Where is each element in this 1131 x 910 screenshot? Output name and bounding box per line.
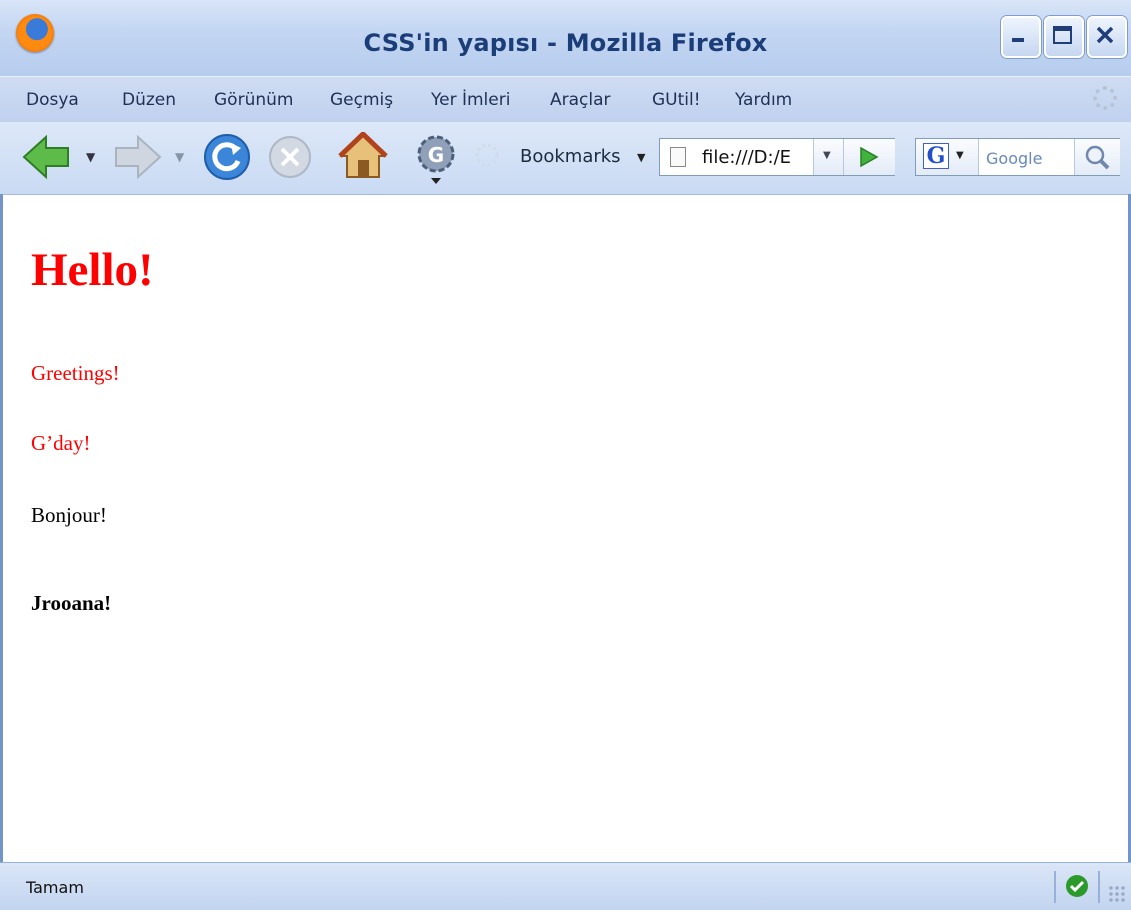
- spinner-icon: [475, 143, 499, 167]
- paragraph-jrooana: Jrooana!: [31, 591, 112, 615]
- title-bar: CSS'in yapısı - Mozilla Firefox: [0, 0, 1131, 76]
- status-bar: Tamam: [0, 862, 1131, 910]
- go-button[interactable]: [843, 139, 895, 175]
- ok-check-icon[interactable]: [1066, 875, 1088, 897]
- paragraph-greetings: Greetings!: [31, 361, 120, 385]
- paragraph-bonjour: Bonjour!: [31, 503, 107, 527]
- throbber-icon: [1093, 86, 1117, 110]
- menu-gutil[interactable]: GUtil!: [652, 90, 701, 110]
- url-history-dropdown[interactable]: [813, 139, 844, 175]
- bookmarks-dropdown-icon[interactable]: ▼: [637, 151, 645, 164]
- paragraph-gday: G’day!: [31, 431, 91, 455]
- bookmarks-button[interactable]: Bookmarks: [520, 146, 621, 167]
- status-text: Tamam: [26, 878, 84, 897]
- search-icon: [1085, 145, 1110, 170]
- stop-icon[interactable]: [268, 135, 312, 179]
- menu-yer-imleri[interactable]: Yer İmleri: [431, 90, 510, 110]
- menu-dosya[interactable]: Dosya: [26, 90, 79, 110]
- menu-gorunum[interactable]: Görünüm: [214, 90, 293, 110]
- menu-gecmis[interactable]: Geçmiş: [330, 90, 393, 110]
- maximize-button[interactable]: [1044, 16, 1084, 58]
- menu-yardim[interactable]: Yardım: [735, 90, 792, 110]
- back-icon[interactable]: [22, 134, 72, 180]
- back-history-dropdown[interactable]: ▼: [86, 150, 95, 164]
- search-engine-selector[interactable]: G ▼: [916, 139, 979, 175]
- search-bar[interactable]: G ▼ Google: [915, 138, 1120, 176]
- minimize-button[interactable]: [1001, 16, 1041, 58]
- navigation-toolbar: ▼ ▼ G Bookmarks ▼ file:///D:/E G ▼: [0, 122, 1131, 195]
- minimize-icon: [1012, 38, 1024, 42]
- menu-bar: Dosya Düzen Görünüm Geçmiş Yer İmleri Ar…: [0, 76, 1131, 123]
- google-icon: G: [923, 143, 949, 169]
- menu-araclar[interactable]: Araçlar: [550, 90, 611, 110]
- close-icon: [1096, 26, 1114, 44]
- resize-grip-icon[interactable]: [1108, 885, 1126, 903]
- go-icon: [860, 146, 879, 168]
- url-bar[interactable]: file:///D:/E: [659, 138, 895, 176]
- forward-icon[interactable]: [112, 134, 162, 180]
- page-content: Hello! Greetings! G’day! Bonjour! Jrooan…: [3, 195, 1128, 862]
- search-button[interactable]: [1074, 139, 1120, 175]
- maximize-icon: [1053, 26, 1072, 44]
- menu-duzen[interactable]: Düzen: [122, 90, 176, 110]
- page-icon: [670, 147, 686, 167]
- window-title: CSS'in yapısı - Mozilla Firefox: [363, 29, 768, 57]
- page-heading: Hello!: [31, 244, 154, 296]
- url-input[interactable]: file:///D:/E: [702, 147, 810, 168]
- forward-history-dropdown[interactable]: ▼: [175, 150, 184, 164]
- close-button[interactable]: [1087, 16, 1127, 58]
- home-icon[interactable]: [338, 132, 388, 180]
- gutil-icon[interactable]: G: [414, 134, 458, 186]
- svg-text:G: G: [428, 143, 444, 167]
- reload-icon[interactable]: [203, 133, 251, 181]
- search-input[interactable]: Google: [986, 149, 1042, 168]
